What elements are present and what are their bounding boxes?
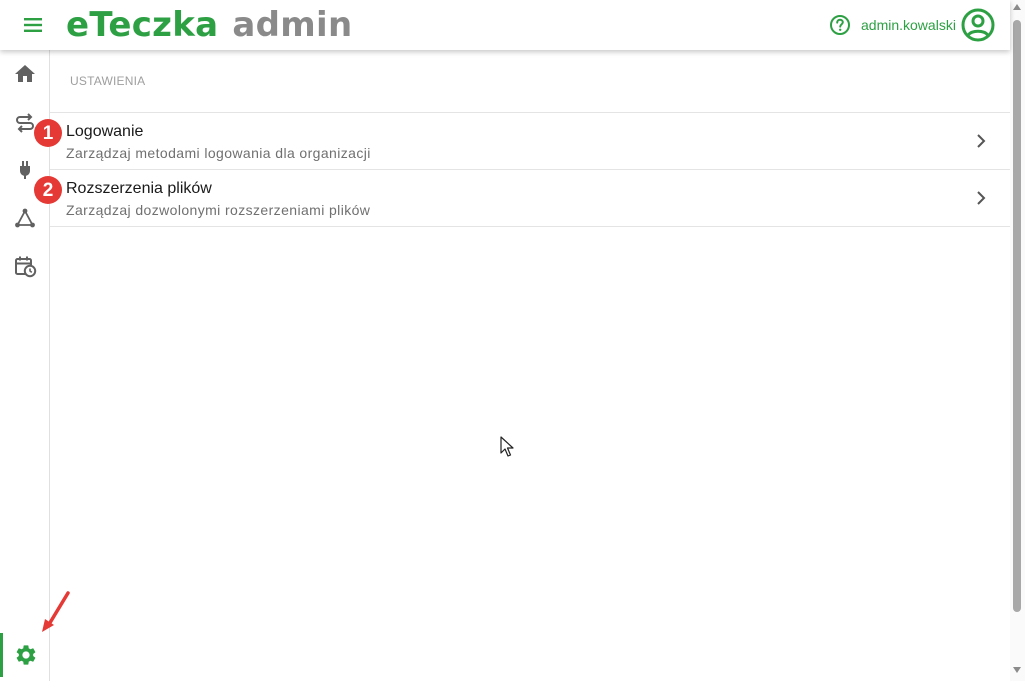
app-header: eTeczka admin admin.kowalski [0, 0, 1010, 50]
help-circle-icon[interactable] [829, 14, 851, 36]
app-logo[interactable]: eTeczka admin [66, 5, 352, 45]
logo-sub: admin [232, 5, 353, 45]
item-description: Zarządzaj metodami logowania dla organiz… [66, 145, 371, 161]
logo-brand: eTeczka [66, 5, 219, 45]
sidebar-item-settings[interactable] [0, 633, 49, 677]
red-arrow-annotation-icon [42, 591, 70, 632]
username-label[interactable]: admin.kowalski [861, 16, 956, 34]
mouse-cursor-icon [500, 436, 514, 457]
chevron-right-icon [977, 134, 986, 148]
main-content: USTAWIENIA 1 Logowanie Zarządzaj metodam… [34, 50, 1010, 681]
settings-item-login[interactable]: 1 Logowanie Zarządzaj metodami logowania… [34, 113, 1010, 170]
item-description: Zarządzaj dozwolonymi rozszerzeniami pli… [66, 202, 371, 218]
vertical-scrollbar[interactable] [1010, 0, 1025, 681]
sidebar-item-schedule[interactable] [0, 244, 49, 288]
scroll-down-arrow-icon[interactable] [1013, 667, 1021, 673]
calendar-clock-icon [14, 256, 36, 278]
scrollbar-thumb[interactable] [1013, 20, 1021, 612]
scroll-up-arrow-icon[interactable] [1013, 4, 1021, 10]
account-circle-icon[interactable] [961, 8, 995, 42]
plug-icon [19, 161, 30, 179]
item-title: Logowanie [66, 123, 144, 140]
gear-icon [16, 645, 36, 665]
hamburger-menu-icon[interactable] [18, 12, 48, 38]
settings-item-file-extensions[interactable]: 2 Rozszerzenia plików Zarządzaj dozwolon… [34, 170, 1010, 227]
chevron-right-icon [977, 191, 986, 205]
section-title: USTAWIENIA [70, 74, 146, 88]
step-badge: 2 [34, 176, 62, 204]
swap-arrows-icon [15, 113, 34, 133]
sidebar-item-home[interactable] [0, 52, 49, 96]
settings-list: 1 Logowanie Zarządzaj metodami logowania… [34, 112, 1010, 227]
step-badge: 1 [34, 119, 62, 147]
home-icon [14, 65, 35, 82]
item-title: Rozszerzenia plików [66, 180, 212, 197]
network-icon [14, 208, 35, 228]
